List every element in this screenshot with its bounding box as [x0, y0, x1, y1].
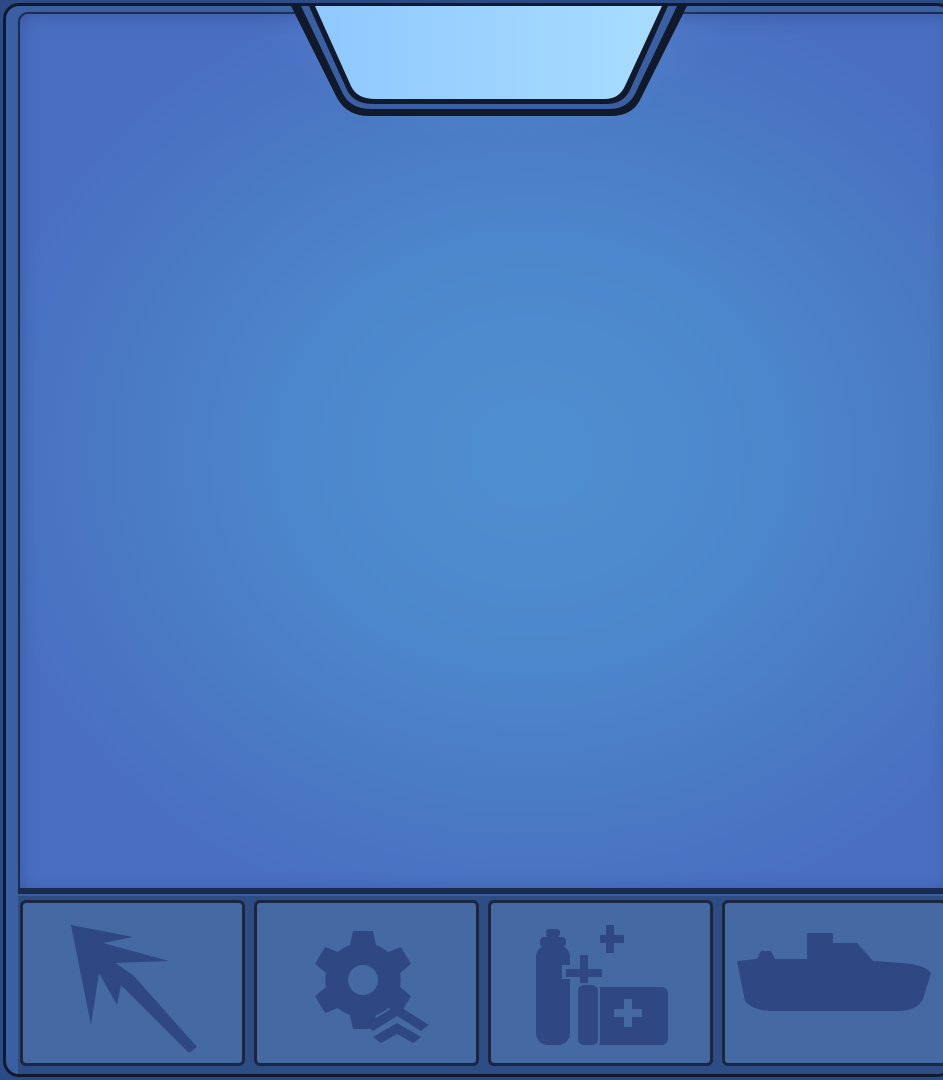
game-panel — [3, 3, 943, 1077]
main-display-area — [18, 12, 943, 892]
toolbar-divider — [18, 888, 943, 894]
top-tab[interactable] — [289, 6, 689, 124]
gear-upgrade-button[interactable] — [254, 900, 479, 1066]
bottom-toolbar — [18, 896, 943, 1074]
boat-icon — [736, 933, 931, 1011]
boat-button[interactable] — [722, 900, 943, 1066]
cursor-burst-icon — [70, 925, 197, 1053]
gear-upgrade-icon — [314, 931, 429, 1043]
medical-supplies-button[interactable] — [488, 900, 713, 1066]
cursor-burst-button[interactable] — [20, 900, 245, 1066]
oxygen-medkit-icon — [535, 925, 668, 1047]
